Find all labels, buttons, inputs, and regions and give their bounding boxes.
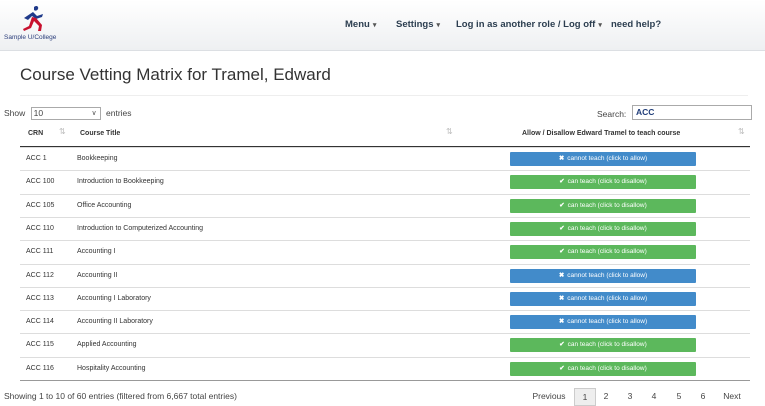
crn-cell: ACC 110 bbox=[26, 224, 54, 232]
teach-status-label: cannot teach (click to allow) bbox=[567, 155, 648, 162]
column-header-crn[interactable]: CRN bbox=[28, 130, 43, 137]
table-row: ACC 100 Introduction to Bookkeeping ✔ can t… bbox=[20, 170, 750, 194]
crn-cell: ACC 113 bbox=[26, 294, 54, 302]
column-header-allow-disallow[interactable]: Allow / Disallow Edward Tramel to teach … bbox=[522, 130, 680, 137]
title-divider bbox=[20, 95, 748, 96]
crn-cell: ACC 111 bbox=[26, 248, 54, 256]
allow-teach-button[interactable]: ✖ cannot teach (click to allow) bbox=[510, 152, 696, 166]
allow-teach-button[interactable]: ✖ cannot teach (click to allow) bbox=[510, 268, 696, 283]
checkmark-icon: ✔ bbox=[559, 178, 565, 186]
table-row: ACC 105 Office Accounting ✔ can teach (clic… bbox=[20, 193, 750, 218]
college-logo[interactable]: Sample U/College bbox=[4, 4, 64, 46]
crn-cell: ACC 105 bbox=[26, 201, 55, 209]
logo-text: Sample U/College bbox=[4, 34, 57, 41]
checkmark-icon: ✔ bbox=[559, 341, 565, 349]
crn-cell: ACC 1 bbox=[26, 155, 47, 162]
disallow-teach-button[interactable]: ✔ can teach (click to disallow) bbox=[510, 361, 696, 376]
crn-cell: ACC 114 bbox=[26, 318, 54, 326]
table-info: Showing 1 to 10 of 60 entries (filtered … bbox=[4, 391, 237, 401]
teach-status-label: can teach (click to disallow) bbox=[567, 341, 647, 349]
settings-dropdown[interactable]: Settings ▾ bbox=[396, 19, 440, 30]
teach-status-label: cannot teach (click to allow) bbox=[567, 271, 648, 279]
x-icon: ✖ bbox=[558, 294, 565, 302]
entries-select-value: 10 bbox=[33, 108, 44, 118]
course-title-cell: Accounting II bbox=[77, 271, 118, 279]
table-row: ACC 115 Applied Accounting ✔ can teach (cli… bbox=[20, 333, 750, 357]
page-title: Course Vetting Matrix for Tramel, Edward bbox=[20, 65, 331, 84]
table-header: CRN ⇅ Course Title ⇅ Allow / Disallow Ed… bbox=[20, 124, 750, 147]
course-title-cell: Bookkeeping bbox=[77, 155, 118, 162]
show-label: Show bbox=[4, 107, 26, 118]
x-icon: ✖ bbox=[558, 271, 565, 279]
allow-teach-button[interactable]: ✖ cannot teach (click to allow) bbox=[510, 315, 696, 330]
disallow-teach-button[interactable]: ✔ can teach (click to disallow) bbox=[510, 338, 696, 353]
course-title-cell: Accounting I Laboratory bbox=[77, 294, 151, 302]
menu-label: Menu bbox=[345, 19, 370, 30]
disallow-teach-button[interactable]: ✔ can teach (click to disallow) bbox=[510, 245, 696, 260]
caret-down-icon: ▾ bbox=[436, 22, 440, 29]
x-icon: ✖ bbox=[558, 318, 565, 326]
table-row: ACC 116 Hospitality Accounting ✔ can teach … bbox=[20, 356, 750, 381]
table-row: ACC 111 Accounting I ✔ can teach (click to … bbox=[20, 240, 750, 264]
table-row: ACC 114 Accounting II Laboratory ✖ cannot t… bbox=[20, 310, 750, 334]
caret-down-icon: ▾ bbox=[598, 22, 602, 29]
sort-ascending-icon[interactable]: ⇅ bbox=[59, 127, 66, 136]
chevron-down-icon: ∨ bbox=[91, 110, 97, 117]
table-row: ACC 110 Introduction to Computerized Acco… bbox=[20, 216, 750, 241]
runner-logo-icon bbox=[23, 5, 43, 31]
entries-select[interactable]: 10 ∨ bbox=[30, 107, 101, 120]
table-row: ACC 112 Accounting II ✖ cannot teach (click… bbox=[20, 263, 750, 288]
crn-cell: ACC 116 bbox=[26, 364, 54, 372]
checkmark-icon: ✔ bbox=[559, 224, 565, 232]
crn-cell: ACC 112 bbox=[26, 271, 54, 279]
top-navbar: Sample U/College Menu ▾ Settings ▾ Log in … bbox=[0, 0, 765, 51]
course-title-cell: Office Accounting bbox=[77, 201, 132, 209]
course-title-cell: Accounting II Laboratory bbox=[77, 318, 153, 326]
disallow-teach-button[interactable]: ✔ can teach (click to disallow) bbox=[510, 175, 696, 190]
login-label: Log in as another role / Log off bbox=[456, 19, 596, 30]
table-row: ACC 113 Accounting I Laboratory ✖ cannot te… bbox=[20, 286, 750, 311]
checkmark-icon: ✔ bbox=[559, 364, 565, 372]
teach-status-label: can teach (click to disallow) bbox=[567, 248, 647, 256]
sort-icon[interactable]: ⇅ bbox=[446, 127, 453, 136]
crn-cell: ACC 100 bbox=[26, 178, 55, 186]
teach-status-label: cannot teach (click to allow) bbox=[567, 318, 648, 326]
sort-icon[interactable]: ⇅ bbox=[738, 127, 745, 136]
teach-status-label: can teach (click to disallow) bbox=[567, 201, 647, 209]
course-title-cell: Hospitality Accounting bbox=[77, 364, 146, 372]
table-bottom-rule bbox=[20, 380, 750, 381]
entries-label: entries bbox=[106, 107, 132, 118]
course-title-cell: Introduction to Bookkeeping bbox=[77, 178, 164, 186]
checkmark-icon: ✔ bbox=[559, 248, 565, 256]
allow-teach-button[interactable]: ✖ cannot teach (click to allow) bbox=[510, 291, 696, 306]
pagination-page-1[interactable]: 1 bbox=[574, 388, 596, 406]
caret-down-icon: ▾ bbox=[372, 22, 377, 29]
search-label: Search: bbox=[597, 109, 627, 119]
checkmark-icon: ✔ bbox=[559, 201, 565, 209]
menu-dropdown[interactable]: Menu ▾ bbox=[345, 19, 376, 30]
disallow-teach-button[interactable]: ✔ can teach (click to disallow) bbox=[510, 221, 696, 236]
teach-status-label: can teach (click to disallow) bbox=[567, 224, 647, 232]
course-title-cell: Applied Accounting bbox=[77, 341, 137, 349]
disallow-teach-button[interactable]: ✔ can teach (click to disallow) bbox=[510, 198, 696, 213]
course-title-cell: Introduction to Computerized Accounting bbox=[77, 224, 204, 232]
x-icon: ✖ bbox=[558, 155, 565, 162]
teach-status-label: can teach (click to disallow) bbox=[567, 178, 647, 186]
crn-cell: ACC 115 bbox=[26, 341, 54, 349]
settings-label: Settings bbox=[396, 19, 434, 30]
table-row: ACC 1 Bookkeeping ✖ cannot teach (click to … bbox=[20, 147, 750, 171]
teach-status-label: cannot teach (click to allow) bbox=[567, 294, 648, 302]
search-input[interactable] bbox=[632, 105, 752, 120]
help-link[interactable]: need help? bbox=[611, 19, 661, 30]
login-dropdown[interactable]: Log in as another role / Log off ▾ bbox=[456, 19, 602, 30]
course-title-cell: Accounting I bbox=[77, 248, 116, 256]
teach-status-label: can teach (click to disallow) bbox=[567, 364, 647, 372]
entries-length-control: Show 10 ∨ entries bbox=[4, 107, 132, 120]
column-header-course-title[interactable]: Course Title bbox=[80, 130, 120, 137]
